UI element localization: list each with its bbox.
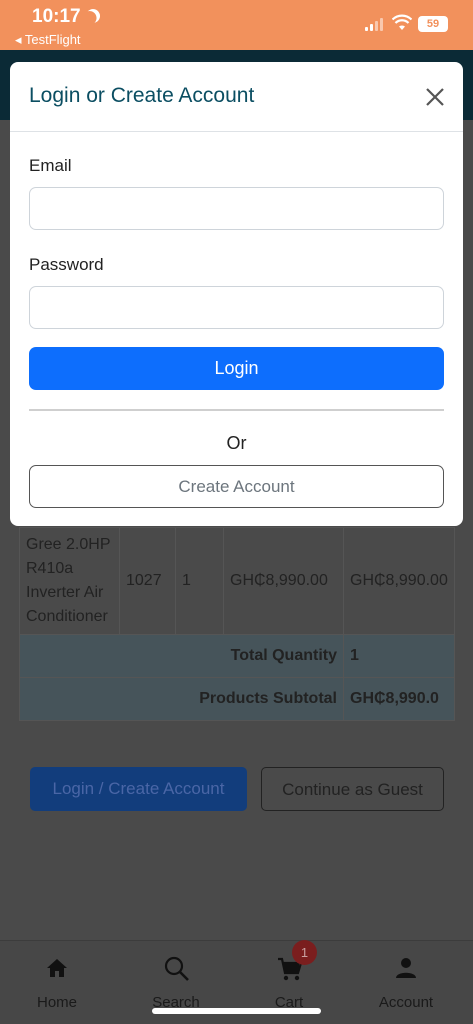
- email-field[interactable]: [29, 187, 444, 230]
- battery-icon: 59: [418, 16, 448, 32]
- search-icon: [164, 956, 189, 981]
- modal-header-divider: [10, 131, 463, 132]
- login-button[interactable]: Login: [29, 347, 444, 390]
- status-bar: 10:17 ◂ TestFlight 59: [0, 0, 473, 50]
- nav-home[interactable]: Home: [7, 941, 107, 1024]
- login-modal: Login or Create Account Email Password L…: [10, 62, 463, 526]
- nav-account[interactable]: Account: [356, 941, 456, 1024]
- back-to-app-link[interactable]: ◂ TestFlight: [15, 32, 81, 48]
- total-quantity-row: Total Quantity 1: [19, 634, 455, 678]
- login-create-account-button[interactable]: Login / Create Account: [30, 767, 247, 811]
- subtotal-row: Products Subtotal GH₵8,990.0: [19, 677, 455, 721]
- item-name: Gree 2.0HP R410a Inverter Air Conditione…: [19, 527, 120, 635]
- wifi-icon: [392, 14, 412, 30]
- password-label: Password: [29, 255, 104, 274]
- modal-title: Login or Create Account: [29, 84, 255, 107]
- password-field[interactable]: [29, 286, 444, 329]
- nav-account-label: Account: [378, 994, 434, 1011]
- moon-icon: [83, 6, 102, 25]
- item-quantity: 1: [175, 527, 224, 635]
- email-label: Email: [29, 156, 72, 175]
- item-code: 1027: [119, 527, 176, 635]
- total-quantity-label: Total Quantity: [19, 634, 344, 678]
- home-indicator: [152, 1008, 321, 1014]
- create-account-button[interactable]: Create Account: [29, 465, 444, 508]
- cart-badge: 1: [292, 940, 317, 965]
- item-total: GH₵8,990.00: [343, 527, 455, 635]
- table-row: Gree 2.0HP R410a Inverter Air Conditione…: [19, 527, 455, 635]
- subtotal-label: Products Subtotal: [19, 677, 344, 721]
- continue-as-guest-button[interactable]: Continue as Guest: [261, 767, 444, 811]
- total-quantity-value: 1: [343, 634, 455, 678]
- close-icon[interactable]: [424, 86, 446, 108]
- signal-icon: [365, 17, 385, 31]
- home-icon: [47, 959, 67, 977]
- item-price: GH₵8,990.00: [223, 527, 344, 635]
- or-divider: [29, 409, 444, 411]
- subtotal-value: GH₵8,990.0: [343, 677, 455, 721]
- or-text: Or: [226, 433, 247, 453]
- cart-table: Gree 2.0HP R410a Inverter Air Conditione…: [19, 527, 455, 721]
- status-time: 10:17: [32, 6, 81, 27]
- account-icon: [396, 958, 416, 978]
- nav-home-label: Home: [36, 994, 77, 1011]
